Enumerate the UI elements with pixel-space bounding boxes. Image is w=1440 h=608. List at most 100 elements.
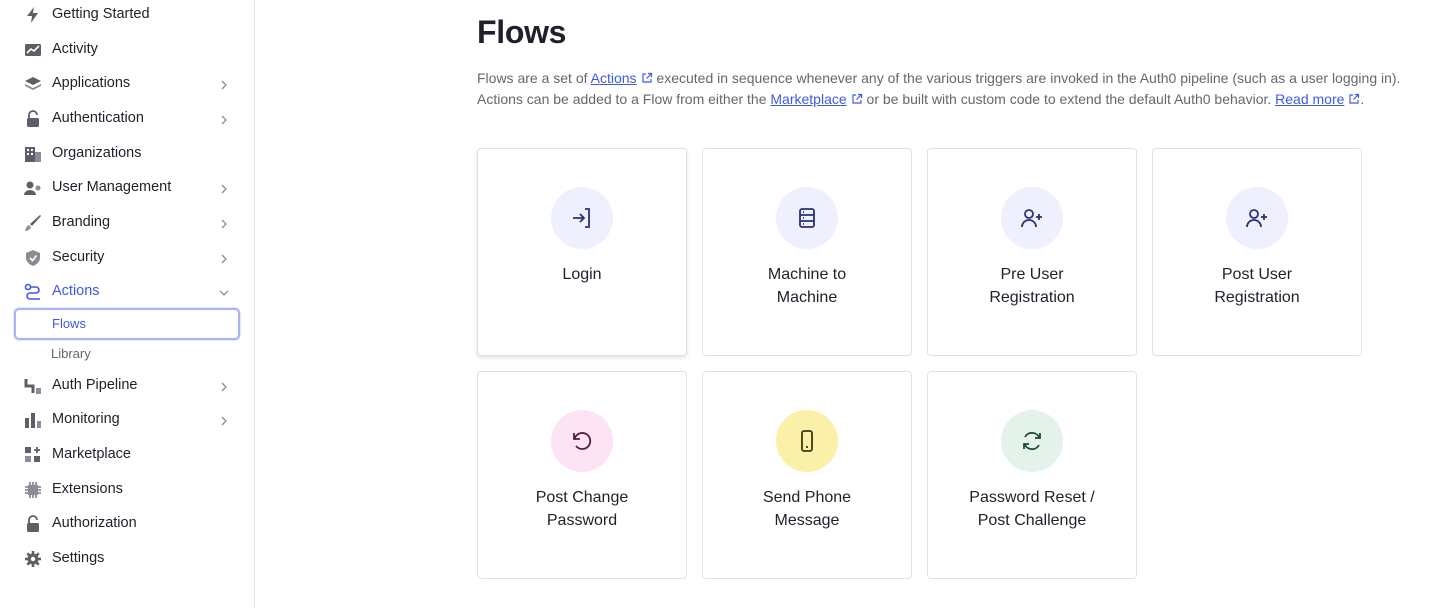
sidebar-item-label: Getting Started — [52, 6, 150, 22]
rotate-ccw-icon — [573, 432, 592, 450]
sidebar-item-extensions[interactable]: Extensions — [0, 473, 254, 507]
chevron-right-icon — [218, 217, 230, 229]
card-icon-circle — [1001, 187, 1063, 249]
sidebar-item-authorization[interactable]: Authorization — [0, 507, 254, 541]
card-label: Pre User Registration — [989, 266, 1075, 306]
card-icon-circle — [776, 187, 838, 249]
description-line-1: Flows are a set of Actions executed in s… — [477, 70, 1437, 86]
card-label: Password Reset / Post Challenge — [969, 489, 1095, 529]
chevron-right-icon — [218, 182, 230, 194]
card-label: Post User Registration — [1214, 266, 1300, 306]
users-icon — [24, 179, 42, 197]
user-plus-icon — [1021, 209, 1042, 228]
sidebar-item-label: Auth Pipeline — [52, 377, 138, 393]
description-text: . — [1360, 91, 1365, 107]
sidebar-item-label: Actions — [52, 283, 100, 299]
lock-icon — [24, 515, 42, 533]
description-line-2: Actions can be added to a Flow from eith… — [477, 91, 1437, 107]
sidebar-item-label: Organizations — [52, 145, 142, 161]
sidebar-item-label: Applications — [52, 75, 131, 91]
phone-icon — [801, 430, 813, 452]
sidebar-item-security[interactable]: Security — [0, 241, 254, 275]
sidebar-item-getting-started[interactable]: Getting Started — [0, 0, 254, 32]
sidebar-subitem-label: Flows — [52, 316, 86, 331]
flow-card-post-change-password[interactable]: Post Change Password — [477, 371, 687, 579]
card-label: Machine to Machine — [767, 266, 847, 306]
external-link-icon — [1348, 92, 1360, 104]
sidebar-subitem-library[interactable]: Library — [14, 338, 240, 370]
sidebar-item-branding[interactable]: Branding — [0, 206, 254, 240]
sidebar-item-marketplace[interactable]: Marketplace — [0, 438, 254, 472]
card-icon-circle — [1001, 410, 1063, 472]
login-icon — [573, 208, 590, 228]
layers-icon — [24, 75, 42, 93]
external-link-icon — [851, 92, 863, 104]
chart-line-icon — [24, 41, 42, 59]
brush-icon — [24, 214, 42, 232]
sidebar-item-settings[interactable]: Settings — [0, 542, 254, 576]
sidebar-item-organizations[interactable]: Organizations — [0, 137, 254, 171]
read-more-link[interactable]: Read more — [1275, 91, 1344, 107]
lock-icon — [24, 110, 42, 128]
chevron-right-icon — [218, 380, 230, 392]
sidebar-item-label: Monitoring — [52, 411, 120, 427]
chevron-right-icon — [218, 414, 230, 426]
card-icon-circle — [551, 187, 613, 249]
sidebar-item-label: Settings — [52, 550, 105, 566]
sidebar-subitem-flows[interactable]: Flows — [14, 308, 240, 340]
refresh-icon — [1023, 431, 1041, 451]
bar-chart-icon — [24, 411, 42, 429]
sidebar-item-label: Authentication — [52, 110, 144, 126]
actions-icon — [24, 283, 42, 301]
sidebar-item-actions[interactable]: Actions — [0, 275, 254, 309]
sidebar-item-label: Security — [52, 249, 105, 265]
page-title: Flows — [477, 14, 567, 50]
sidebar-item-auth-pipeline[interactable]: Auth Pipeline — [0, 369, 254, 403]
chip-icon — [24, 481, 42, 499]
sidebar-item-label: Marketplace — [52, 446, 131, 462]
chevron-down-icon — [218, 286, 230, 298]
chevron-right-icon — [218, 252, 230, 264]
shield-icon — [24, 249, 42, 267]
bolt-icon — [24, 6, 42, 24]
building-icon — [24, 145, 42, 163]
sidebar-item-user-management[interactable]: User Management — [0, 171, 254, 205]
sidebar-item-label: Authorization — [52, 515, 137, 531]
sidebar-item-label: Extensions — [52, 481, 123, 497]
card-label: Send Phone Message — [762, 489, 852, 529]
sidebar-item-activity[interactable]: Activity — [0, 33, 254, 67]
card-label: Post Change Password — [535, 489, 629, 529]
chevron-right-icon — [218, 113, 230, 125]
marketplace-link[interactable]: Marketplace — [770, 91, 846, 107]
card-icon-circle — [776, 410, 838, 472]
flow-card-send-phone-message[interactable]: Send Phone Message — [702, 371, 912, 579]
flow-card-machine-to-machine[interactable]: Machine to Machine — [702, 148, 912, 356]
description-text: or be built with custom code to extend t… — [862, 91, 1276, 107]
flow-card-post-user-registration[interactable]: Post User Registration — [1152, 148, 1362, 356]
sidebar-item-authentication[interactable]: Authentication — [0, 102, 254, 136]
sidebar-subitem-label: Library — [51, 346, 91, 361]
flow-card-pre-user-registration[interactable]: Pre User Registration — [927, 148, 1137, 356]
description-text: executed in sequence whenever any of the… — [652, 70, 1401, 86]
pipeline-icon — [24, 377, 42, 395]
flow-card-password-reset[interactable]: Password Reset / Post Challenge — [927, 371, 1137, 579]
user-plus-icon — [1246, 209, 1267, 228]
gear-icon — [24, 550, 42, 568]
sidebar-item-label: Activity — [52, 41, 98, 57]
chevron-right-icon — [218, 78, 230, 90]
grid-plus-icon — [24, 446, 42, 464]
sidebar-item-label: User Management — [52, 179, 172, 195]
sidebar-item-monitoring[interactable]: Monitoring — [0, 403, 254, 437]
card-icon-circle — [551, 410, 613, 472]
external-link-icon — [641, 71, 653, 83]
description-text: Flows are a set of — [477, 70, 591, 86]
description-text: Actions can be added to a Flow from eith… — [477, 91, 771, 107]
server-icon — [799, 208, 815, 228]
sidebar-item-applications[interactable]: Applications — [0, 67, 254, 101]
card-icon-circle — [1226, 187, 1288, 249]
card-label: Login — [562, 266, 602, 283]
sidebar: Getting Started Activity Applications Au… — [0, 0, 255, 608]
sidebar-item-label: Branding — [52, 214, 111, 230]
flow-card-login[interactable]: Login — [477, 148, 687, 356]
actions-link[interactable]: Actions — [591, 70, 637, 86]
